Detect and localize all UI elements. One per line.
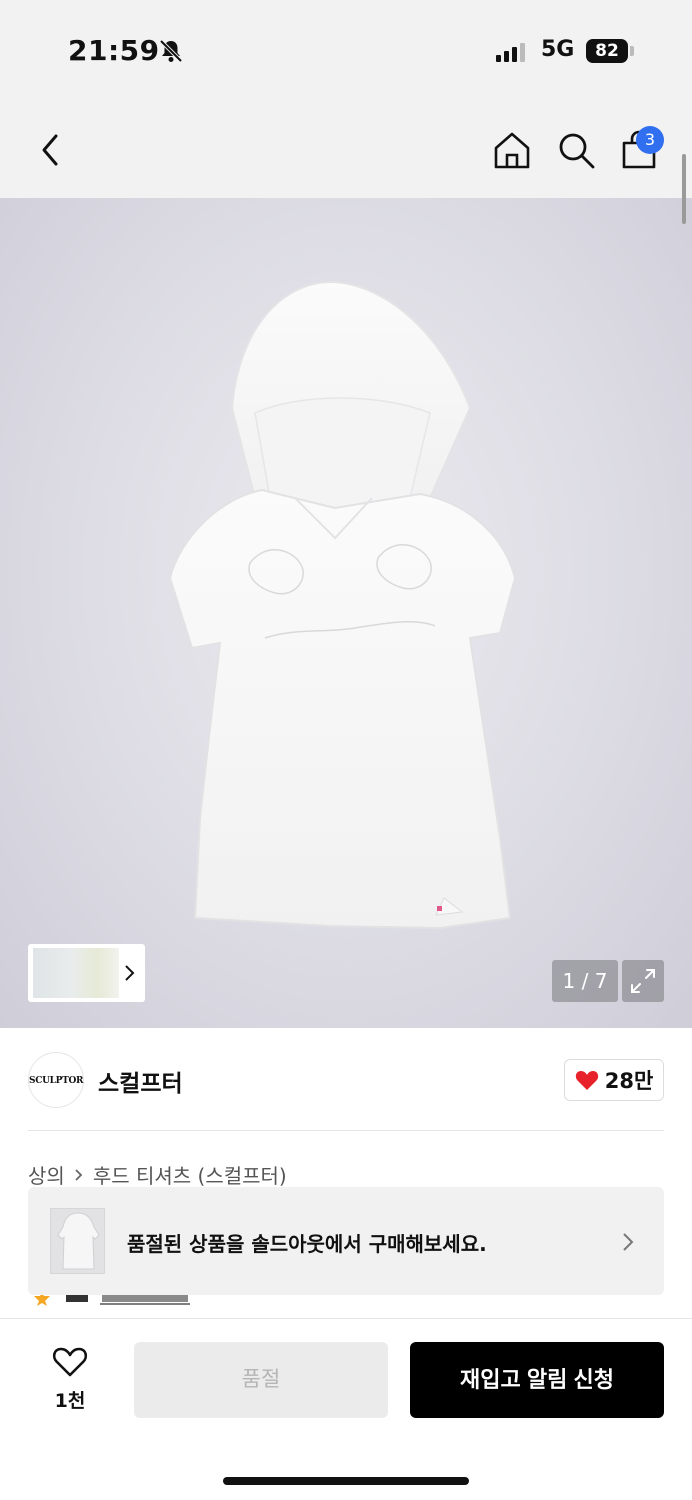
heart-outline-icon[interactable]	[52, 1346, 88, 1378]
breadcrumb: 상의 후드 티셔츠 (스컬프터)	[28, 1160, 287, 1189]
heart-filled-icon	[575, 1071, 598, 1090]
chevron-left-icon[interactable]	[32, 130, 68, 170]
expand-icon[interactable]	[622, 960, 664, 1002]
signal-icon	[496, 42, 525, 62]
cart-count-badge: 3	[636, 126, 664, 154]
network-type: 5G	[541, 37, 575, 62]
banner-thumbnail	[50, 1208, 105, 1274]
scroll-indicator[interactable]	[682, 154, 686, 224]
divider	[28, 1130, 664, 1131]
hooded-shirt-illustration	[168, 280, 517, 930]
shirt-icon	[57, 1212, 100, 1270]
restock-alert-button[interactable]: 재입고 알림 신청	[410, 1342, 664, 1418]
product-image[interactable]	[0, 198, 692, 1028]
breadcrumb-product[interactable]: 후드 티셔츠 (스컬프터)	[93, 1160, 287, 1189]
status-time: 21:59	[68, 34, 160, 67]
battery-icon: 82	[586, 39, 628, 63]
banner-text: 품절된 상품을 솔드아웃에서 구매해보세요.	[127, 1232, 487, 1256]
search-icon[interactable]	[556, 130, 596, 170]
wish-count: 1천	[54, 1390, 86, 1412]
chevron-right-icon[interactable]	[620, 1230, 636, 1254]
thumbnail-images[interactable]	[33, 948, 119, 998]
image-counter: 1 / 7	[552, 960, 618, 1002]
home-icon[interactable]	[492, 130, 532, 170]
brand-like-count: 28만	[604, 1069, 654, 1093]
brand-logo[interactable]: SCULPTOR	[28, 1052, 84, 1108]
brand-name[interactable]: 스컬프터	[98, 1064, 183, 1098]
soldout-button: 품절	[134, 1342, 388, 1418]
brand-like-button[interactable]: 28만	[564, 1059, 664, 1101]
bell-off-icon	[159, 39, 183, 63]
chevron-right-icon	[75, 1168, 83, 1181]
breadcrumb-category[interactable]: 상의	[28, 1160, 65, 1189]
battery-tip	[630, 46, 634, 56]
chevron-right-icon[interactable]	[123, 963, 137, 983]
home-indicator	[223, 1477, 469, 1485]
